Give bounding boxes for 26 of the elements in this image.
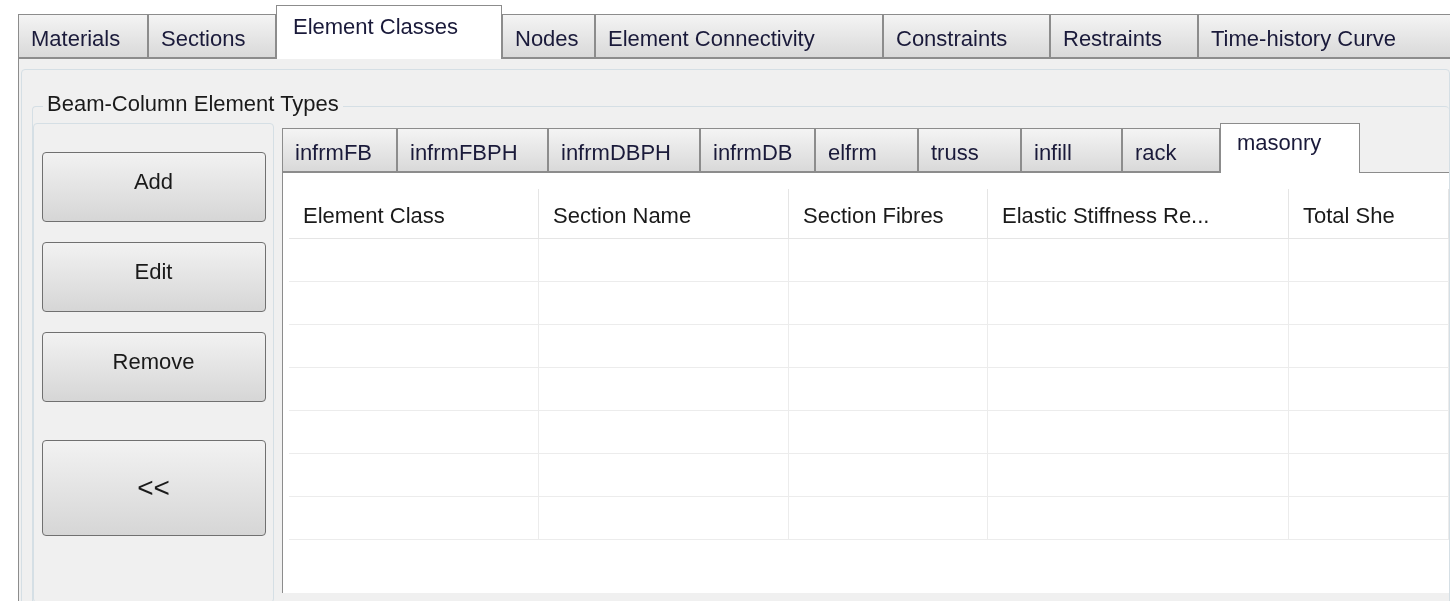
tab[interactable]: rack — [1122, 128, 1220, 172]
column-header[interactable]: Elastic Stiffness Re... — [988, 189, 1289, 238]
tab[interactable]: infrmDBPH — [548, 128, 700, 172]
tab[interactable]: infill — [1021, 128, 1122, 172]
tab[interactable]: Constraints — [883, 14, 1050, 58]
tab[interactable]: truss — [918, 128, 1021, 172]
tab[interactable]: infrmDB — [700, 128, 815, 172]
tab[interactable]: infrmFBPH — [397, 128, 548, 172]
column-header[interactable]: Element Class — [289, 189, 539, 238]
action-button[interactable]: Add — [41, 152, 266, 222]
tab[interactable]: Time-history Curve — [1198, 14, 1450, 58]
tab[interactable]: infrmFB — [282, 128, 397, 172]
action-button[interactable]: Remove — [41, 332, 266, 402]
column-header[interactable]: Section Fibres — [789, 189, 988, 238]
tab[interactable]: Materials — [18, 14, 148, 58]
action-button[interactable]: Edit — [41, 242, 266, 312]
tab[interactable]: Nodes — [502, 14, 595, 58]
tab[interactable]: Element Classes — [276, 5, 502, 59]
column-header[interactable]: Total She — [1289, 189, 1449, 238]
tab[interactable]: elfrm — [815, 128, 918, 172]
column-header[interactable]: Section Name — [539, 189, 789, 238]
action-button[interactable]: << — [41, 440, 266, 536]
tab[interactable]: Restraints — [1050, 14, 1198, 58]
tab[interactable]: Element Connectivity — [595, 14, 883, 58]
tab[interactable]: Sections — [148, 14, 276, 58]
tab[interactable]: masonry — [1220, 123, 1360, 173]
